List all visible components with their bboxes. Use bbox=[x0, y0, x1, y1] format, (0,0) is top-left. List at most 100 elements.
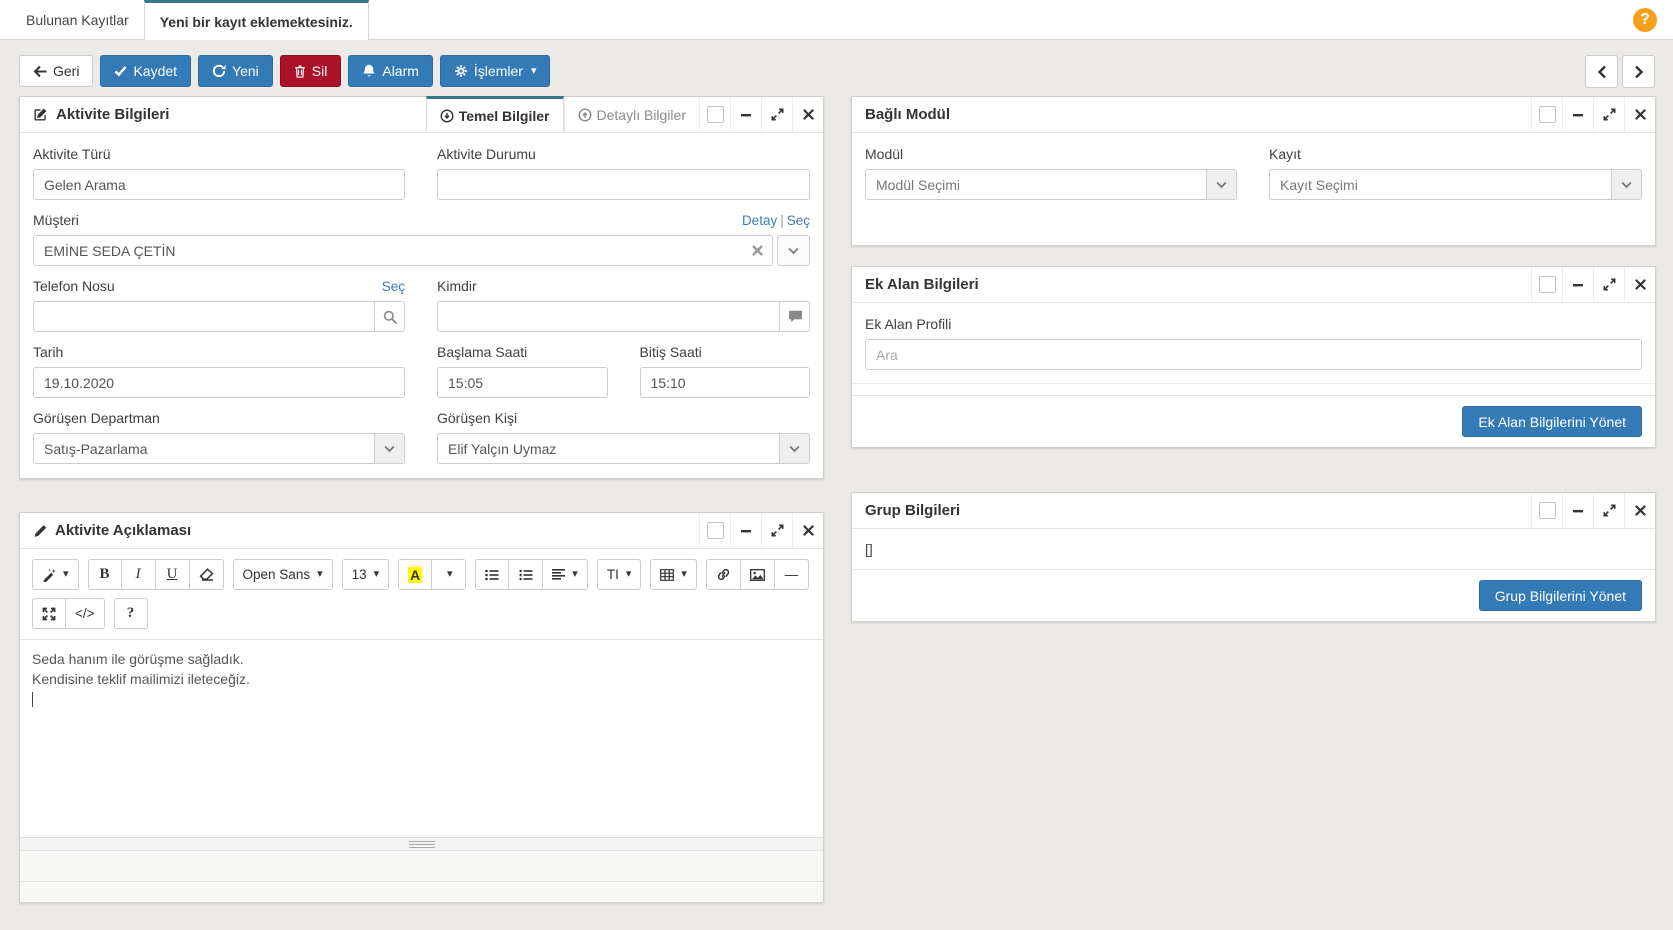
italic-button[interactable]: I bbox=[122, 559, 156, 590]
tarih-input[interactable] bbox=[33, 367, 405, 398]
next-record-button[interactable] bbox=[1622, 55, 1655, 88]
panel-expand-button[interactable] bbox=[1593, 97, 1624, 132]
caret-down-icon: ▾ bbox=[447, 569, 453, 580]
code-view-button[interactable]: </> bbox=[66, 598, 105, 629]
baslama-saati-input[interactable] bbox=[437, 367, 608, 398]
unordered-list-button[interactable] bbox=[475, 559, 509, 590]
clear-format-button[interactable] bbox=[190, 559, 224, 590]
help-icon[interactable]: ? bbox=[1633, 8, 1657, 32]
aktivite-durumu-input[interactable] bbox=[437, 169, 810, 200]
insert-link-button[interactable] bbox=[706, 559, 741, 590]
musteri-select-link[interactable]: Seç bbox=[787, 213, 810, 228]
font-color-button[interactable]: A bbox=[398, 559, 432, 590]
alarm-button[interactable]: Alarm bbox=[348, 55, 433, 87]
panel-close-button[interactable] bbox=[792, 97, 823, 132]
pencil-square-icon bbox=[33, 107, 48, 122]
panel-pin-checkbox[interactable] bbox=[1531, 267, 1562, 302]
style-dropdown-button[interactable]: ▾ bbox=[32, 559, 79, 590]
save-button[interactable]: Kaydet bbox=[100, 55, 191, 87]
previous-record-button[interactable] bbox=[1585, 55, 1618, 88]
departman-select[interactable]: Satış-Pazarlama bbox=[33, 433, 405, 464]
arrows-alt-icon bbox=[42, 607, 56, 621]
manage-extra-fields-button[interactable]: Ek Alan Bilgilerini Yönet bbox=[1462, 406, 1642, 437]
tab-yeni-kayit[interactable]: Yeni bir kayıt eklemektesiniz. bbox=[144, 0, 369, 40]
linked-module-title: Bağlı Modül bbox=[852, 97, 1531, 132]
caret-down-icon: ▾ bbox=[626, 569, 632, 580]
font-family-dropdown[interactable]: Open Sans ▾ bbox=[233, 559, 333, 590]
paragraph-align-dropdown[interactable]: ▾ bbox=[543, 559, 588, 590]
kayit-select[interactable]: Kayıt Seçimi bbox=[1269, 169, 1642, 200]
panel-pin-checkbox[interactable] bbox=[699, 97, 730, 132]
panel-expand-button[interactable] bbox=[1593, 267, 1624, 302]
panel-pin-checkbox[interactable] bbox=[1531, 493, 1562, 528]
close-icon bbox=[1635, 279, 1646, 290]
fullscreen-button[interactable] bbox=[32, 598, 66, 629]
insert-image-button[interactable] bbox=[741, 559, 775, 590]
delete-button[interactable]: Sil bbox=[280, 55, 342, 87]
panel-expand-button[interactable] bbox=[1593, 493, 1624, 528]
new-button[interactable]: Yeni bbox=[198, 55, 273, 87]
ordered-list-button[interactable] bbox=[509, 559, 543, 590]
musteri-detail-link[interactable]: Detay bbox=[742, 213, 777, 228]
table-icon bbox=[660, 569, 674, 581]
linked-module-panel: Bağlı Modül Modül Modül Seçimi bbox=[851, 96, 1656, 246]
line-height-dropdown[interactable]: TI ▾ bbox=[597, 559, 642, 590]
back-button[interactable]: Geri bbox=[19, 55, 93, 87]
save-label: Kaydet bbox=[133, 63, 177, 79]
telefon-input[interactable] bbox=[33, 301, 405, 332]
panel-collapse-button[interactable] bbox=[1562, 97, 1593, 132]
close-icon bbox=[1635, 505, 1646, 516]
kimdir-input[interactable] bbox=[437, 301, 810, 332]
modul-select[interactable]: Modül Seçimi bbox=[865, 169, 1237, 200]
panel-collapse-button[interactable] bbox=[1562, 267, 1593, 302]
panel-close-button[interactable] bbox=[1624, 97, 1655, 132]
bitis-saati-label: Bitiş Saati bbox=[640, 344, 811, 360]
chevron-down-icon bbox=[788, 247, 799, 255]
panel-pin-checkbox[interactable] bbox=[699, 513, 730, 548]
panel-close-button[interactable] bbox=[1624, 493, 1655, 528]
actions-dropdown-button[interactable]: İşlemler ▾ bbox=[440, 55, 551, 87]
editor-line: Seda hanım ile görüşme sağladık. bbox=[32, 649, 811, 669]
ek-alan-profili-search-input[interactable] bbox=[865, 339, 1642, 370]
bitis-saati-input[interactable] bbox=[640, 367, 811, 398]
panel-collapse-button[interactable] bbox=[730, 97, 761, 132]
tab-temel-bilgiler[interactable]: Temel Bilgiler bbox=[426, 96, 564, 132]
expand-icon bbox=[1603, 504, 1616, 517]
panel-expand-button[interactable] bbox=[761, 513, 792, 548]
panel-close-button[interactable] bbox=[792, 513, 823, 548]
search-icon[interactable] bbox=[374, 302, 405, 331]
font-color-dropdown[interactable]: ▾ bbox=[432, 559, 466, 590]
manage-group-button[interactable]: Grup Bilgilerini Yönet bbox=[1479, 580, 1642, 611]
panel-pin-checkbox[interactable] bbox=[1531, 97, 1562, 132]
panel-expand-button[interactable] bbox=[761, 97, 792, 132]
gorusen-kisi-select[interactable]: Elif Yalçın Uymaz bbox=[437, 433, 810, 464]
kimdir-label: Kimdir bbox=[437, 278, 810, 294]
musteri-dropdown-button[interactable] bbox=[777, 235, 810, 266]
underline-button[interactable]: U bbox=[156, 559, 190, 590]
trash-icon bbox=[294, 65, 306, 78]
gear-icon bbox=[454, 64, 468, 78]
font-size-dropdown[interactable]: 13 ▾ bbox=[342, 559, 390, 590]
list-ul-icon bbox=[485, 569, 499, 581]
richtext-editing-area[interactable]: Seda hanım ile görüşme sağladık. Kendisi… bbox=[20, 640, 823, 837]
telefon-select-link[interactable]: Seç bbox=[382, 279, 405, 294]
insert-hr-button[interactable]: — bbox=[775, 559, 809, 590]
comment-icon[interactable] bbox=[779, 302, 810, 331]
tab-detayli-bilgiler[interactable]: Detaylı Bilgiler bbox=[564, 97, 699, 132]
panel-collapse-button[interactable] bbox=[1562, 493, 1593, 528]
aktivite-turu-input[interactable] bbox=[33, 169, 405, 200]
minus-icon bbox=[1572, 505, 1584, 517]
tab-bulunan-kayitlar[interactable]: Bulunan Kayıtlar bbox=[11, 0, 144, 39]
group-info-title: Grup Bilgileri bbox=[852, 493, 1531, 528]
bold-button[interactable]: B bbox=[88, 559, 122, 590]
table-dropdown[interactable]: ▾ bbox=[650, 559, 697, 590]
panel-collapse-button[interactable] bbox=[730, 513, 761, 548]
clear-value-icon[interactable] bbox=[742, 236, 773, 265]
panel-close-button[interactable] bbox=[1624, 267, 1655, 302]
musteri-input[interactable] bbox=[33, 235, 773, 266]
extra-fields-panel: Ek Alan Bilgileri Ek Alan Profili Ek Ala… bbox=[851, 266, 1656, 448]
richtext-toolbar: ▾ B I U Open Sans bbox=[20, 549, 823, 640]
editor-resize-bar[interactable] bbox=[20, 837, 823, 850]
editor-help-button[interactable]: ? bbox=[114, 598, 148, 629]
close-icon bbox=[803, 525, 814, 536]
